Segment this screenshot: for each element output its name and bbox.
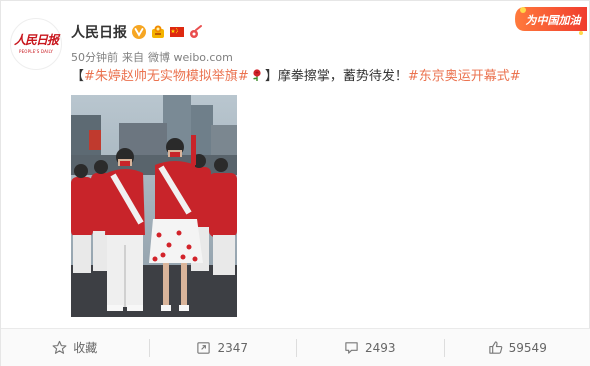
banner-text: 为中国加油 [526, 14, 583, 27]
like-icon [488, 341, 502, 354]
favorite-button[interactable]: 收藏 [1, 329, 149, 366]
source-prefix: 来自 [122, 51, 144, 64]
comment-button[interactable]: 2493 [296, 329, 444, 366]
verified-icon[interactable] [131, 24, 147, 40]
favorite-label: 收藏 [73, 341, 98, 355]
post-meta: 50分钟前 来自 微博 weibo.com [71, 49, 233, 65]
like-count: 59549 [508, 340, 547, 355]
post-text: 摩拳擦掌，蓄势待发！ [277, 69, 408, 84]
post-time[interactable]: 50分钟前 [71, 49, 118, 65]
hashtag-link-1[interactable]: #朱婷赵帅无实物模拟举旗# [84, 69, 249, 84]
ceremony-photo [71, 95, 237, 317]
weibo-post-card: 为中国加油 人民日报 PEOPLE'S DAILY 人民日报 50分钟前 来自 … [0, 0, 590, 366]
cheer-for-china-banner[interactable]: 为中国加油 [511, 1, 589, 41]
avatar-subtext: PEOPLE'S DAILY [18, 49, 54, 54]
comment-count: 2493 [364, 340, 396, 355]
account-header: 人民日报 [71, 22, 204, 42]
account-name[interactable]: 人民日报 [71, 22, 127, 42]
action-bar: 收藏 2347 2493 59549 [1, 328, 590, 366]
like-button[interactable]: 59549 [443, 329, 590, 366]
comment-icon [345, 342, 358, 354]
post-content: 【#朱婷赵帅无实物模拟举旗# 】摩拳擦掌，蓄势待发！#东京奥运开幕式# [71, 67, 521, 87]
hashtag-link-2[interactable]: #东京奥运开幕式# [408, 69, 521, 84]
avatar[interactable]: 人民日报 PEOPLE'S DAILY [10, 18, 62, 70]
gold-badge-icon[interactable] [150, 24, 166, 40]
rose-icon [252, 69, 261, 81]
china-flag-icon[interactable] [169, 24, 185, 40]
post-image[interactable] [71, 95, 237, 317]
bracket-close: 】 [264, 69, 278, 84]
avatar-logo-text: 人民日报 [13, 33, 59, 47]
bracket-open: 【 [71, 69, 85, 84]
star-icon [52, 340, 67, 354]
sticker-badge-icon[interactable] [188, 24, 204, 40]
repost-icon [197, 342, 211, 354]
post-source[interactable]: 微博 weibo.com [148, 49, 233, 65]
repost-button[interactable]: 2347 [148, 329, 297, 366]
repost-count: 2347 [217, 340, 249, 355]
